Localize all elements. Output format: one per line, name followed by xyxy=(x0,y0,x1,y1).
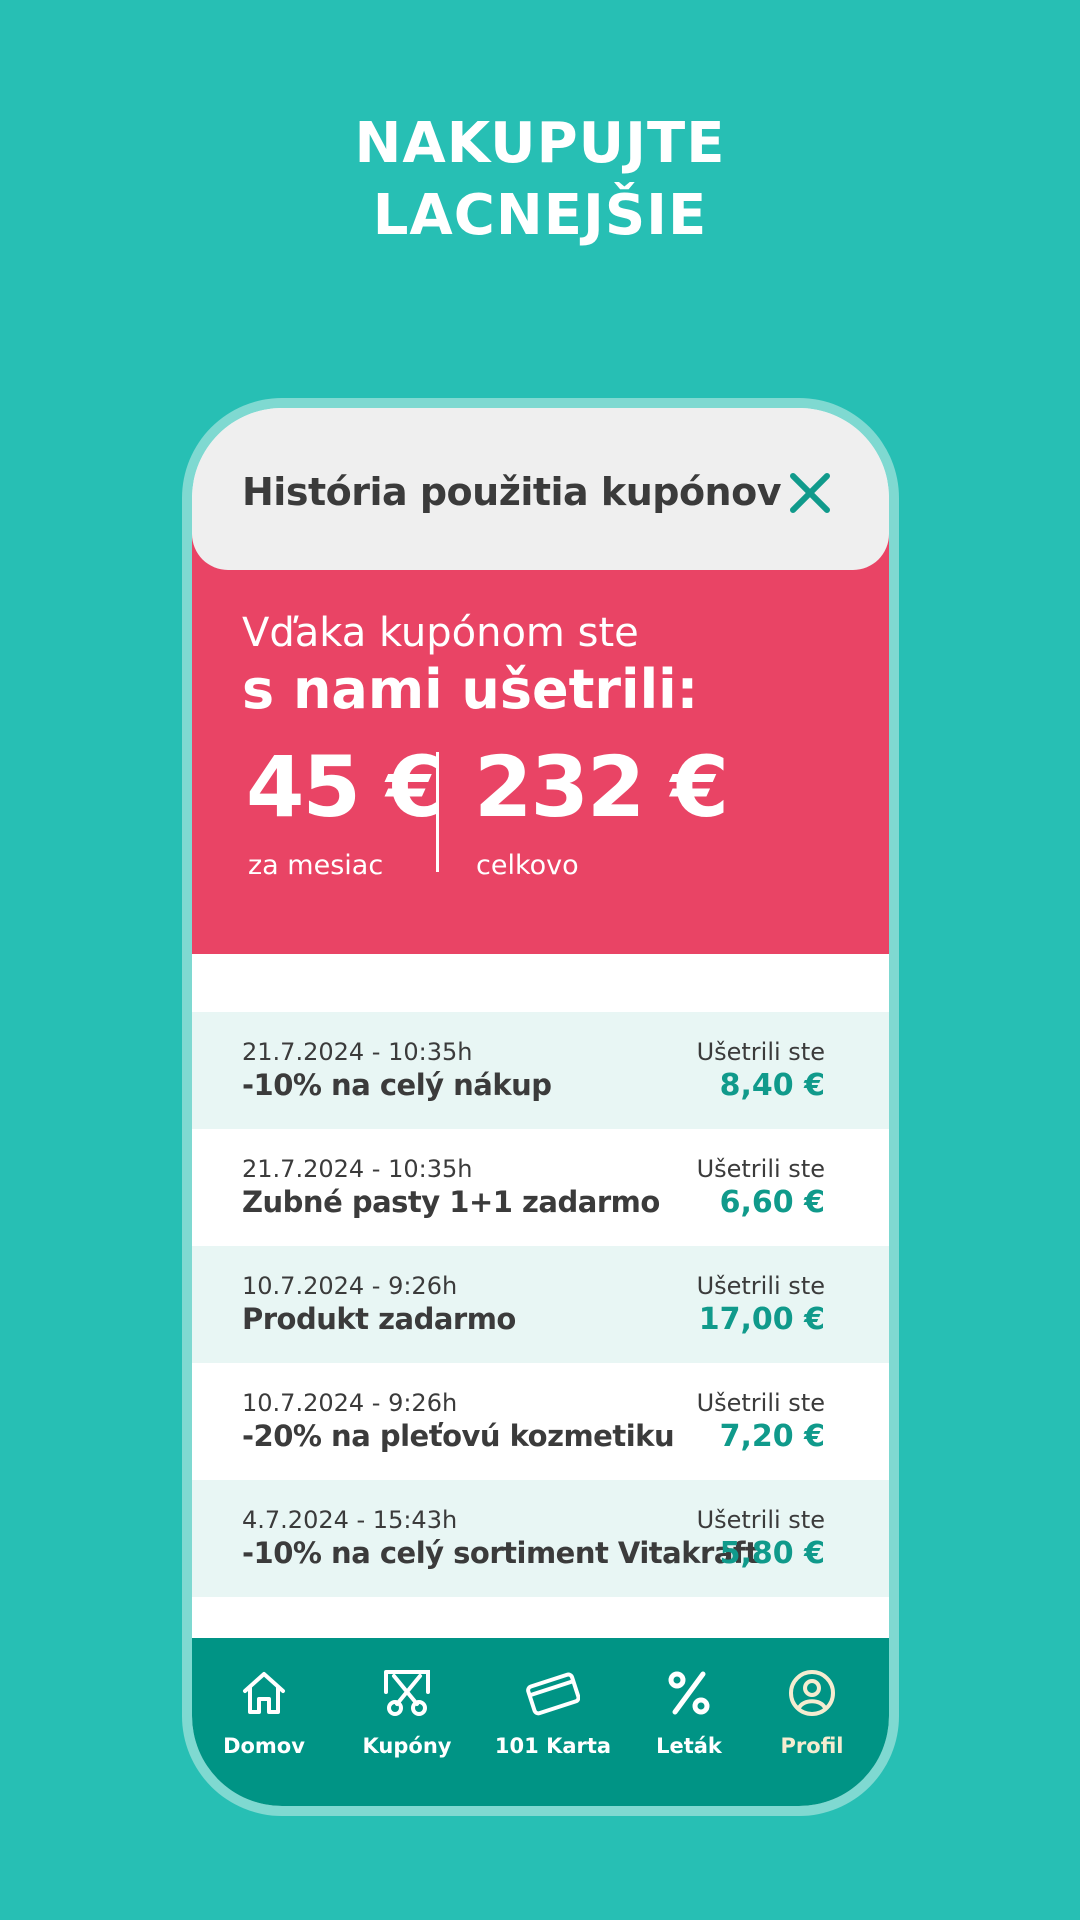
scissors-coupon-icon xyxy=(384,1670,430,1716)
bottom-nav: Domov Kupóny 101 Karta Leták Profil xyxy=(192,1638,889,1806)
savings-intro: Vďaka kupónom ste xyxy=(242,610,639,656)
history-saved-amount: 17,00 € xyxy=(698,1302,825,1337)
close-icon xyxy=(790,473,830,513)
history-saved-amount: 5,80 € xyxy=(719,1536,825,1571)
nav-label: Kupóny xyxy=(362,1734,452,1758)
history-saved-amount: 7,20 € xyxy=(719,1419,825,1454)
total-savings-label: celkovo xyxy=(476,850,579,881)
percent-icon xyxy=(668,1671,710,1715)
nav-label: Profil xyxy=(780,1734,844,1758)
history-title: -20% na pleťovú kozmetiku xyxy=(242,1419,675,1453)
nav-item-kupony[interactable]: Kupóny xyxy=(347,1666,467,1758)
history-row[interactable]: 10.7.2024 - 9:26h -20% na pleťovú kozmet… xyxy=(192,1363,889,1480)
nav-label: 101 Karta xyxy=(494,1734,612,1758)
history-row[interactable]: 21.7.2024 - 10:35h Zubné pasty 1+1 zadar… xyxy=(192,1129,889,1246)
history-row[interactable]: 21.7.2024 - 10:35h -10% na celý nákup Uš… xyxy=(192,1012,889,1129)
nav-item-profil[interactable]: Profil xyxy=(752,1666,872,1758)
history-title: -10% na celý sortiment Vitakraft xyxy=(242,1536,759,1570)
history-date: 10.7.2024 - 9:26h xyxy=(242,1272,458,1300)
total-savings-amount: 232 € xyxy=(474,738,729,836)
card-icon xyxy=(526,1672,580,1716)
headline: NAKUPUJTE LACNEJŠIE xyxy=(0,108,1080,252)
profile-icon xyxy=(789,1670,835,1716)
headline-line-2: LACNEJŠIE xyxy=(372,183,708,248)
nav-item-letak[interactable]: Leták xyxy=(629,1666,749,1758)
close-button[interactable] xyxy=(785,468,835,518)
phone-screen: História použitia kupónov Vďaka kupónom … xyxy=(192,408,889,1806)
history-title: Zubné pasty 1+1 zadarmo xyxy=(242,1185,660,1219)
nav-label: Domov xyxy=(223,1734,305,1758)
history-date: 21.7.2024 - 10:35h xyxy=(242,1038,473,1066)
history-saved-amount: 6,60 € xyxy=(719,1185,825,1220)
nav-item-domov[interactable]: Domov xyxy=(204,1666,324,1758)
history-saved-label: Ušetrili ste xyxy=(696,1272,825,1300)
modal-header: História použitia kupónov xyxy=(192,408,889,570)
history-saved-label: Ušetrili ste xyxy=(696,1389,825,1417)
monthly-savings-amount: 45 € xyxy=(246,738,445,836)
monthly-savings-label: za mesiac xyxy=(248,850,384,881)
savings-summary: Vďaka kupónom ste s nami ušetrili: 45 € … xyxy=(192,534,889,954)
history-title: Produkt zadarmo xyxy=(242,1302,516,1336)
history-saved-label: Ušetrili ste xyxy=(696,1506,825,1534)
history-saved-amount: 8,40 € xyxy=(719,1068,825,1103)
headline-line-1: NAKUPUJTE xyxy=(354,111,726,176)
nav-item-101-karta[interactable]: 101 Karta xyxy=(493,1666,613,1758)
history-saved-label: Ušetrili ste xyxy=(696,1155,825,1183)
coupon-history-list: 21.7.2024 - 10:35h -10% na celý nákup Uš… xyxy=(192,1012,889,1597)
history-date: 21.7.2024 - 10:35h xyxy=(242,1155,473,1183)
history-row[interactable]: 10.7.2024 - 9:26h Produkt zadarmo Ušetri… xyxy=(192,1246,889,1363)
nav-label: Leták xyxy=(656,1734,722,1758)
history-date: 10.7.2024 - 9:26h xyxy=(242,1389,458,1417)
phone-frame: História použitia kupónov Vďaka kupónom … xyxy=(182,398,899,1816)
home-icon xyxy=(243,1672,285,1714)
history-saved-label: Ušetrili ste xyxy=(696,1038,825,1066)
modal-title: História použitia kupónov xyxy=(242,470,781,514)
savings-divider xyxy=(436,752,439,872)
history-row[interactable]: 4.7.2024 - 15:43h -10% na celý sortiment… xyxy=(192,1480,889,1597)
savings-headline: s nami ušetrili: xyxy=(242,658,699,721)
history-title: -10% na celý nákup xyxy=(242,1068,552,1102)
history-date: 4.7.2024 - 15:43h xyxy=(242,1506,458,1534)
